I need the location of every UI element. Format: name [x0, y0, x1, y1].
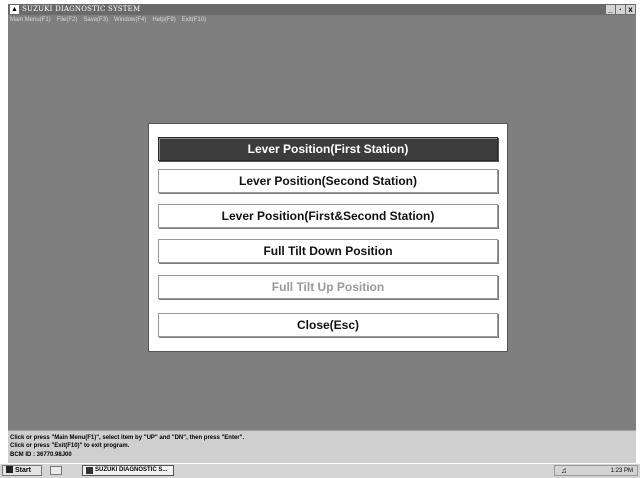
- system-tray: ♫ 1:23 PM: [554, 465, 638, 476]
- close-button[interactable]: x: [626, 5, 635, 14]
- taskbar-app-button[interactable]: SUZUKI DIAGNOSTIC S...: [82, 465, 174, 476]
- option-lever-first-station[interactable]: Lever Position(First Station): [158, 137, 498, 161]
- menu-file[interactable]: File(F2): [57, 15, 78, 25]
- taskbar: Start SUZUKI DIAGNOSTIC S... ♫ 1:23 PM: [0, 463, 640, 478]
- app-icon: ▲: [10, 5, 19, 14]
- clock[interactable]: 1:23 PM: [611, 466, 633, 476]
- bcm-id-readout: BCM ID : 36770.98J00: [10, 452, 72, 458]
- taskbar-app-label: SUZUKI DIAGNOSTIC S...: [95, 467, 168, 473]
- menu-window[interactable]: Window(F4): [114, 15, 146, 25]
- menu-bar: Main Menu(F1) File(F2) Save(F3) Window(F…: [8, 15, 636, 25]
- option-full-tilt-down[interactable]: Full Tilt Down Position: [158, 239, 498, 263]
- status-bar: Click or press "Main Menu(F1)", select i…: [8, 430, 636, 463]
- menu-exit[interactable]: Exit(F10): [182, 15, 206, 25]
- status-hint-line1: Click or press "Main Menu(F1)", select i…: [10, 435, 245, 441]
- status-hint-line2: Click or press "Exit(F10)" to exit progr…: [10, 443, 130, 449]
- window-title: SUZUKI DIAGNOSTIC SYSTEM: [22, 5, 141, 13]
- option-full-tilt-up: Full Tilt Up Position: [158, 275, 498, 299]
- menu-main-menu[interactable]: Main Menu(F1): [10, 15, 51, 25]
- volume-icon[interactable]: ♫: [561, 466, 567, 476]
- window-controls: _ · x: [606, 5, 635, 14]
- maximize-button[interactable]: ·: [616, 5, 625, 14]
- option-lever-second-station[interactable]: Lever Position(Second Station): [158, 169, 498, 193]
- show-desktop-icon[interactable]: [50, 466, 62, 475]
- close-esc-button[interactable]: Close(Esc): [158, 313, 498, 337]
- menu-help[interactable]: Help(F9): [152, 15, 175, 25]
- start-label: Start: [15, 467, 31, 474]
- menu-save[interactable]: Save(F3): [83, 15, 108, 25]
- position-select-dialog: Lever Position(First Station) Lever Posi…: [148, 123, 508, 352]
- start-button[interactable]: Start: [2, 465, 42, 476]
- app-window: ▲ SUZUKI DIAGNOSTIC SYSTEM _ · x Main Me…: [8, 4, 636, 463]
- app-taskbar-icon: [86, 467, 93, 474]
- minimize-button[interactable]: _: [606, 5, 615, 14]
- windows-logo-icon: [6, 466, 13, 473]
- option-lever-first-second-station[interactable]: Lever Position(First&Second Station): [158, 204, 498, 228]
- title-bar[interactable]: ▲ SUZUKI DIAGNOSTIC SYSTEM _ · x: [8, 4, 636, 15]
